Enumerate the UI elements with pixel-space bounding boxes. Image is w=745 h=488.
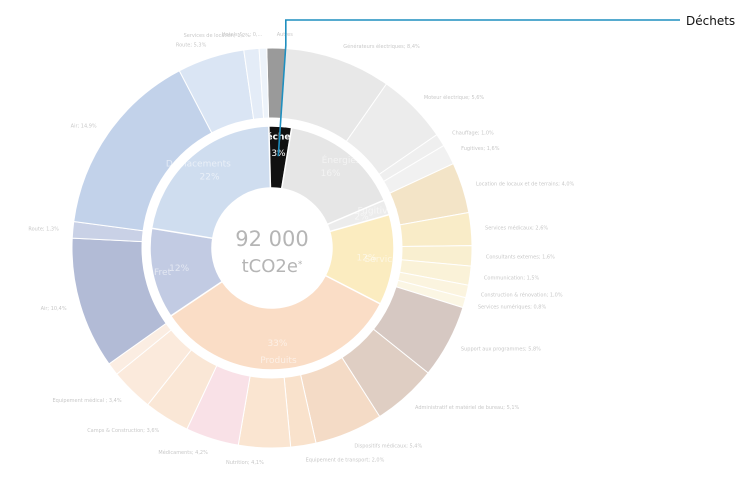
inner-name-energies: Énergies <box>322 154 361 166</box>
outer-label-dispositifs-medicaux-5-4: Dispositifs médicaux; 5,4% <box>354 443 422 450</box>
inner-name-produits: Produits <box>260 356 297 366</box>
total-unit-mark: * <box>298 260 303 270</box>
outer-label-moteur-electrique-5-6: Moteur électrique; 5,6% <box>424 94 485 101</box>
sunburst-chart: 3%Déchets16%Énergies2%Fugitives12%Servic… <box>28 14 735 466</box>
outer-label-location-de-locaux-et-de-terrains-4-0: Location de locaux et de terrains; 4,0% <box>476 181 575 187</box>
inner-value-produits: 33% <box>267 339 287 349</box>
outer-label-camps-construction-3-6: Camps & Construction; 3,6% <box>87 428 159 434</box>
inner-name-deplacements: Déplacements <box>166 159 231 170</box>
outer-label-services-numeriques-0-8: Services numériques; 0,8% <box>478 304 547 311</box>
outer-label-air-14-9: Air; 14,9% <box>71 123 97 129</box>
outer-label-autres: Autres <box>277 32 294 38</box>
outer-label-route-5-3: Route; 5,3% <box>176 42 207 48</box>
outer-label-consultants-externes-1-6: Consultants externes; 1,6% <box>486 254 555 260</box>
inner-value-energies: 16% <box>321 169 341 179</box>
inner-name-fugitives: Fugitives <box>357 207 397 217</box>
total-value: 92 000 <box>235 227 308 251</box>
outer-label-construction-renovation-1-0: Construction & rénovation; 1,0% <box>481 292 563 299</box>
inner-name-fret: Fret <box>154 268 172 278</box>
outer-label-chauffage-1-0: Chauffage; 1,0% <box>452 131 494 137</box>
total-unit-text: tCO2e <box>242 256 298 277</box>
callout-label: Déchets <box>686 14 735 28</box>
outer-label-communication-1-5: Communication; 1,5% <box>484 276 540 282</box>
outer-label-administratif-et-materiel-de-bureau-5-1: Administratif et matériel de bureau; 5,1… <box>415 404 519 411</box>
inner-name-services: Services <box>364 255 402 265</box>
outer-label-medicaments-4-2: Médicaments; 4,2% <box>158 449 208 456</box>
center-total: 92 000 tCO2e* <box>214 190 330 306</box>
outer-label-services-medicaux-2-6: Services médicaux; 2,6% <box>485 225 548 232</box>
outer-label-support-aux-programmes-5-8: Support aux programmes; 5,8% <box>461 346 541 352</box>
outer-label-hotels-0: Hotels & ...; 0,... <box>222 32 263 38</box>
outer-label-equipement-medical-3-4: Equipement médical ; 3,4% <box>53 397 122 404</box>
total-unit: tCO2e* <box>242 256 303 277</box>
inner-value-deplacements: 22% <box>200 172 220 182</box>
outer-label-air-10-4: Air; 10,4% <box>41 306 67 312</box>
inner-value-fret: 12% <box>169 264 189 274</box>
outer-label-generateurs-electriques-8-4: Générateurs électriques; 8,4% <box>343 43 420 50</box>
outer-label-fugitives-1-6: Fugitives; 1,6% <box>461 146 500 152</box>
outer-label-equipement-de-transport-2-0: Equipement de transport; 2,0% <box>306 457 385 463</box>
outer-label-route-1-3: Route; 1,3% <box>28 227 59 233</box>
outer-label-nutrition-4-1: Nutrition; 4,1% <box>226 460 264 466</box>
